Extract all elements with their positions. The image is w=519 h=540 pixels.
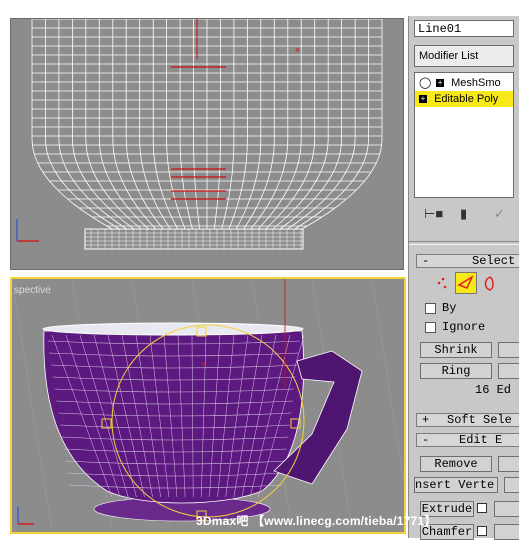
pin-stack-icon[interactable]: ⊢■ — [424, 206, 443, 222]
soft-selection-rollout-header[interactable]: + Soft Sele — [416, 413, 519, 427]
wire-meridian — [98, 19, 149, 230]
cup-foot — [84, 228, 304, 250]
modifier-stack[interactable]: ◯ + MeshSmo + Editable Poly — [414, 72, 514, 198]
wire-meridian — [272, 19, 329, 230]
wire-meridian — [45, 19, 120, 230]
wire-meridian — [213, 19, 221, 230]
wire-meridian — [265, 19, 316, 230]
wire-meridian — [125, 19, 164, 230]
subobject-border-icon[interactable] — [481, 274, 501, 294]
ignore-backfacing-checkbox[interactable] — [425, 322, 436, 333]
perspective-cup-render: × — [12, 279, 404, 532]
wire-meridian — [294, 19, 369, 230]
wire-meridian — [250, 19, 289, 230]
grow-button[interactable] — [498, 342, 519, 358]
by-vertex-checkbox[interactable] — [425, 303, 436, 314]
front-viewport[interactable]: × — [10, 18, 404, 270]
perspective-viewport[interactable]: × spective — [10, 277, 406, 534]
extrude-settings-icon[interactable] — [477, 503, 487, 513]
pivot-marker: × — [295, 45, 300, 55]
by-vertex-label: By — [442, 301, 457, 315]
wire-meridian — [85, 19, 142, 230]
modifier-list-dropdown[interactable]: Modifier List — [414, 45, 514, 67]
front-wireframe-cup: × — [16, 19, 383, 250]
split-button[interactable] — [498, 456, 519, 472]
expand-plus-icon[interactable]: + — [436, 79, 445, 87]
wire-meridian — [112, 19, 157, 230]
stack-item-meshsmooth[interactable]: ◯ + MeshSmo — [415, 75, 513, 91]
ring-button[interactable]: Ring — [420, 363, 492, 379]
subobject-vertex-icon[interactable] — [433, 274, 453, 294]
selection-rollout-header[interactable]: - Select — [416, 254, 519, 268]
shrink-button[interactable]: Shrink — [420, 342, 492, 358]
expand-plus-icon[interactable]: + — [419, 95, 427, 103]
show-end-result-icon[interactable]: ▮ — [460, 206, 467, 222]
remove-button[interactable]: Remove — [420, 456, 492, 472]
cup-rim — [42, 322, 304, 336]
weld-button[interactable] — [504, 477, 519, 493]
watermark: 3Dmax吧 【www.linecg.com/tieba/1771】 — [196, 514, 437, 528]
stack-item-label: MeshSmo — [451, 77, 501, 89]
wire-meridian — [228, 19, 248, 230]
object-name-field[interactable]: Line01 — [414, 20, 514, 37]
wire-meridian — [221, 19, 235, 230]
stack-toolbar: ⊢■ ▮ ✓ — [414, 204, 514, 226]
chamfer-settings-icon[interactable] — [477, 526, 487, 536]
command-panel: Line01 Modifier List ◯ + MeshSmo + Edita… — [408, 16, 519, 540]
wire-meridian — [279, 19, 342, 230]
wire-meridian — [179, 19, 193, 230]
perspective-viewport-label: spective — [14, 285, 51, 296]
weld-edges-button[interactable] — [494, 501, 519, 517]
lightbulb-icon[interactable]: ◯ — [419, 75, 431, 91]
wire-meridian — [72, 19, 135, 230]
wire-meridian — [243, 19, 275, 230]
wire-meridian — [166, 19, 186, 230]
loop-button[interactable] — [498, 363, 519, 379]
selection-status: 16 Ed — [475, 383, 512, 397]
subobject-edge-icon[interactable] — [455, 272, 477, 294]
insert-vertex-button[interactable]: nsert Verte — [414, 477, 498, 493]
pivot-marker: × — [200, 359, 206, 370]
panel-divider — [409, 241, 519, 245]
stack-item-editable-poly[interactable]: + Editable Poly — [415, 91, 513, 107]
ignore-backfacing-label: Ignore — [442, 320, 486, 334]
stack-item-label: Editable Poly — [434, 93, 499, 105]
wire-meridian — [139, 19, 171, 230]
edit-edges-rollout-header[interactable]: - Edit E — [416, 433, 519, 447]
make-unique-icon[interactable]: ✓ — [494, 206, 505, 222]
wire-meridian — [58, 19, 127, 230]
